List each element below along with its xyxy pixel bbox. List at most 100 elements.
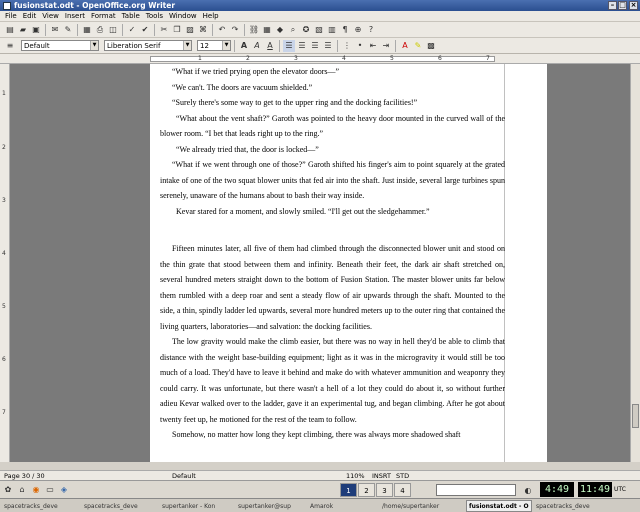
paragraph-style-select[interactable]: Default ▼	[21, 40, 99, 51]
highlight-icon[interactable]: ✎	[412, 40, 424, 52]
print-icon[interactable]: ⎙	[94, 24, 106, 36]
spellcheck-icon[interactable]: ✓	[126, 24, 138, 36]
numbering-icon[interactable]: ⋮	[341, 40, 353, 52]
separator	[244, 23, 245, 36]
maximize-button[interactable]: □	[618, 1, 627, 10]
desktop-1-button[interactable]: 1	[340, 483, 357, 497]
horizontal-ruler[interactable]: 1 2 3 4 5 6 7	[0, 54, 640, 64]
menu-tools[interactable]: Tools	[143, 12, 166, 20]
redo-icon[interactable]: ↷	[229, 24, 241, 36]
menu-format[interactable]: Format	[88, 12, 119, 20]
scrollbar-thumb[interactable]	[632, 404, 639, 428]
align-right-icon[interactable]: ☰	[309, 40, 321, 52]
taskbar-item[interactable]: spacetracks_deve	[534, 500, 638, 512]
new-icon[interactable]: ▤	[4, 24, 16, 36]
paragraph: Somehow, no matter how long they kept cl…	[172, 430, 461, 439]
menu-insert[interactable]: Insert	[62, 12, 88, 20]
vertical-ruler[interactable]: 1 2 3 4 5 6 7	[0, 64, 10, 462]
underline-icon[interactable]: A	[264, 40, 276, 52]
chevron-down-icon[interactable]: ▼	[222, 41, 230, 50]
desktop-4-button[interactable]: 4	[394, 483, 411, 497]
chevron-down-icon[interactable]: ▼	[90, 41, 98, 50]
desktop-2-button[interactable]: 2	[358, 483, 375, 497]
increase-indent-icon[interactable]: ⇥	[380, 40, 392, 52]
minimize-button[interactable]: –	[608, 1, 617, 10]
show-draw-icon[interactable]: ◆	[274, 24, 286, 36]
status-bar: Page 30 / 30 Default 110% INSRT STD	[0, 470, 640, 480]
font-size-select[interactable]: 12 ▼	[197, 40, 231, 51]
zoom-icon[interactable]: ⊕	[352, 24, 364, 36]
terminal-icon[interactable]: ▭	[44, 483, 56, 495]
cube-icon[interactable]: ◈	[58, 483, 70, 495]
kmenu-icon[interactable]: ✿	[2, 483, 14, 495]
title-bar: fusionstat.odt - OpenOffice.org Writer –…	[0, 0, 640, 11]
taskbar-item[interactable]: spacetracks_deve	[82, 500, 158, 512]
nonprinting-icon[interactable]: ¶	[339, 24, 351, 36]
panel-input[interactable]	[436, 484, 516, 496]
hyperlink-icon[interactable]: ⛓	[248, 24, 260, 36]
desktop-3-button[interactable]: 3	[376, 483, 393, 497]
decrease-indent-icon[interactable]: ⇤	[367, 40, 379, 52]
bold-icon[interactable]: A	[238, 40, 250, 52]
taskbar-item[interactable]: supertanker@sup	[236, 500, 306, 512]
chevron-down-icon[interactable]: ▼	[183, 41, 191, 50]
menu-view[interactable]: View	[39, 12, 62, 20]
menu-help[interactable]: Help	[200, 12, 222, 20]
italic-icon[interactable]: A	[251, 40, 263, 52]
taskbar-item-active[interactable]: fusionstat.odt - O	[466, 500, 532, 512]
ruler-number: 3	[294, 55, 298, 62]
taskbar-item[interactable]: spacetracks_deve	[2, 500, 80, 512]
vertical-scrollbar[interactable]	[630, 64, 640, 462]
help-icon[interactable]: ?	[365, 24, 377, 36]
taskbar-item[interactable]: Amarok	[308, 500, 378, 512]
open-icon[interactable]: ▰	[17, 24, 29, 36]
datasource-icon[interactable]: ▥	[326, 24, 338, 36]
selection-mode[interactable]: STD	[396, 472, 409, 480]
font-name-value: Liberation Serif	[107, 41, 161, 50]
paste-icon[interactable]: ▨	[184, 24, 196, 36]
styles-icon[interactable]: ≡	[4, 40, 16, 52]
konqueror-icon[interactable]: ⌂	[16, 483, 28, 495]
copy-icon[interactable]: ❐	[171, 24, 183, 36]
save-icon[interactable]: ▣	[30, 24, 42, 36]
clock-utc[interactable]: 11:49	[578, 482, 612, 497]
menu-table[interactable]: Table	[119, 12, 143, 20]
taskbar-item[interactable]: supertanker - Kon	[160, 500, 234, 512]
separator	[122, 23, 123, 36]
menu-edit[interactable]: Edit	[20, 12, 40, 20]
email-icon[interactable]: ✉	[49, 24, 61, 36]
menu-window[interactable]: Window	[166, 12, 200, 20]
clock-local[interactable]: 4:49	[540, 482, 574, 497]
find-icon[interactable]: ⌕	[287, 24, 299, 36]
pdf-icon[interactable]: ▦	[81, 24, 93, 36]
background-color-icon[interactable]: ▩	[425, 40, 437, 52]
firefox-icon[interactable]: ◉	[30, 483, 42, 495]
font-color-icon[interactable]: A	[399, 40, 411, 52]
justify-icon[interactable]: ☰	[322, 40, 334, 52]
bullets-icon[interactable]: •	[354, 40, 366, 52]
close-button[interactable]: ×	[629, 1, 638, 10]
format-paint-icon[interactable]: ⌘	[197, 24, 209, 36]
gallery-icon[interactable]: ▧	[313, 24, 325, 36]
navigator-icon[interactable]: ✪	[300, 24, 312, 36]
autospell-icon[interactable]: ✔	[139, 24, 151, 36]
document-text[interactable]: “What if we tried prying open the elevat…	[160, 64, 505, 462]
edit-file-icon[interactable]: ✎	[62, 24, 74, 36]
align-left-icon[interactable]: ☰	[283, 39, 295, 52]
ruler-number: 1	[198, 55, 202, 62]
undo-icon[interactable]: ↶	[216, 24, 228, 36]
separator	[279, 39, 280, 52]
tray-icon[interactable]: ◐	[522, 484, 534, 496]
menu-file[interactable]: File	[2, 12, 20, 20]
preview-icon[interactable]: ◫	[107, 24, 119, 36]
cut-icon[interactable]: ✂	[158, 24, 170, 36]
separator	[77, 23, 78, 36]
align-center-icon[interactable]: ☰	[296, 40, 308, 52]
font-name-select[interactable]: Liberation Serif ▼	[104, 40, 192, 51]
table-icon[interactable]: ▦	[261, 24, 273, 36]
insert-mode[interactable]: INSRT	[372, 472, 391, 480]
app-icon	[3, 1, 11, 10]
zoom-level[interactable]: 110%	[346, 472, 365, 480]
taskbar-item[interactable]: /home/supertanker	[380, 500, 464, 512]
paragraph: Kevar stared for a moment, and slowly sm…	[176, 206, 430, 216]
